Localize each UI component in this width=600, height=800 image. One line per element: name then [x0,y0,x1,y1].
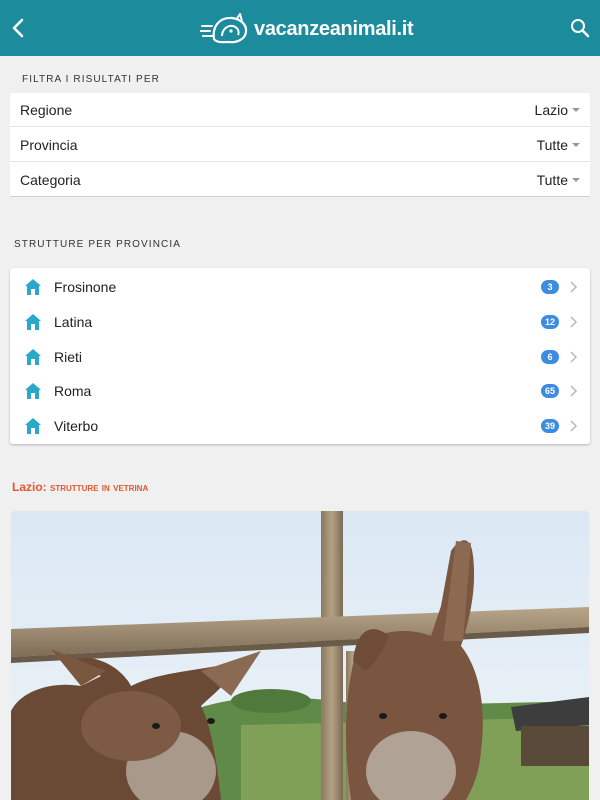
chevron-right-icon [570,350,578,363]
donkeys-image [11,511,589,800]
filter-regione[interactable]: Regione Lazio [10,93,590,127]
search-button[interactable] [566,14,594,42]
filter-label: Provincia [20,136,78,153]
list-item-rieti[interactable]: Rieti 6 [10,339,590,374]
filter-value: Tutte [536,172,568,188]
house-icon [25,348,41,365]
house-icon [25,278,41,295]
caret-down-icon [572,178,580,182]
province-name: Frosinone [54,278,117,295]
chevron-right-icon [570,384,578,397]
logo-icon [200,13,248,44]
featured-photo[interactable] [11,511,589,800]
list-item-viterbo[interactable]: Viterbo 39 [10,408,590,443]
count-badge: 39 [540,418,559,433]
province-name: Latina [54,313,93,330]
list-item-roma[interactable]: Roma 65 [10,373,590,408]
province-name: Viterbo [54,417,99,434]
count-badge: 6 [541,349,559,364]
filter-value: Lazio [534,101,568,118]
logo-text: vacanzeanimali.it [254,17,414,40]
province-section-label: STRUTTURE PER PROVINCIA [14,239,181,250]
house-icon [25,313,41,330]
filter-section-label: FILTRA I RISULTATI PER [22,74,160,85]
filter-value: Tutte [536,136,568,153]
province-name: Rieti [54,348,83,365]
chevron-right-icon [570,419,578,432]
brand-logo[interactable]: vacanzeanimali.it [200,12,414,46]
caret-down-icon [572,107,580,112]
back-button[interactable] [4,14,32,42]
caret-down-icon [572,142,580,147]
filter-select[interactable]: Lazio [535,102,580,118]
list-item-latina[interactable]: Latina 12 [10,304,590,339]
vetrina-heading: Lazio: strutture in vetrina [12,480,148,494]
count-badge: 65 [540,383,559,398]
house-icon [25,417,41,434]
list-item-frosinone[interactable]: Frosinone 3 [10,269,590,304]
count-badge: 12 [540,314,559,329]
vetrina-region: Lazio: [12,480,47,494]
filter-select[interactable]: Tutte [537,137,580,153]
filter-panel: Regione Lazio Provincia Tutte Categoria … [10,93,590,197]
vetrina-title-text: strutture in vetrina [50,480,149,494]
search-icon [571,19,590,38]
filter-label: Categoria [20,172,81,188]
app-header: vacanzeanimali.it [0,0,600,56]
chevron-right-icon [570,315,578,328]
count-badge: 3 [541,279,559,294]
filter-label: Regione [20,101,73,118]
house-icon [25,382,41,399]
filter-categoria[interactable]: Categoria Tutte [10,163,590,197]
chevron-left-icon [12,18,24,38]
province-name: Roma [54,382,92,399]
chevron-right-icon [570,280,578,293]
filter-provincia[interactable]: Provincia Tutte [10,128,590,162]
province-list: Frosinone 3 Latina 12 Rieti 6 Roma 65 Vi… [10,268,590,444]
filter-select[interactable]: Tutte [537,172,580,188]
